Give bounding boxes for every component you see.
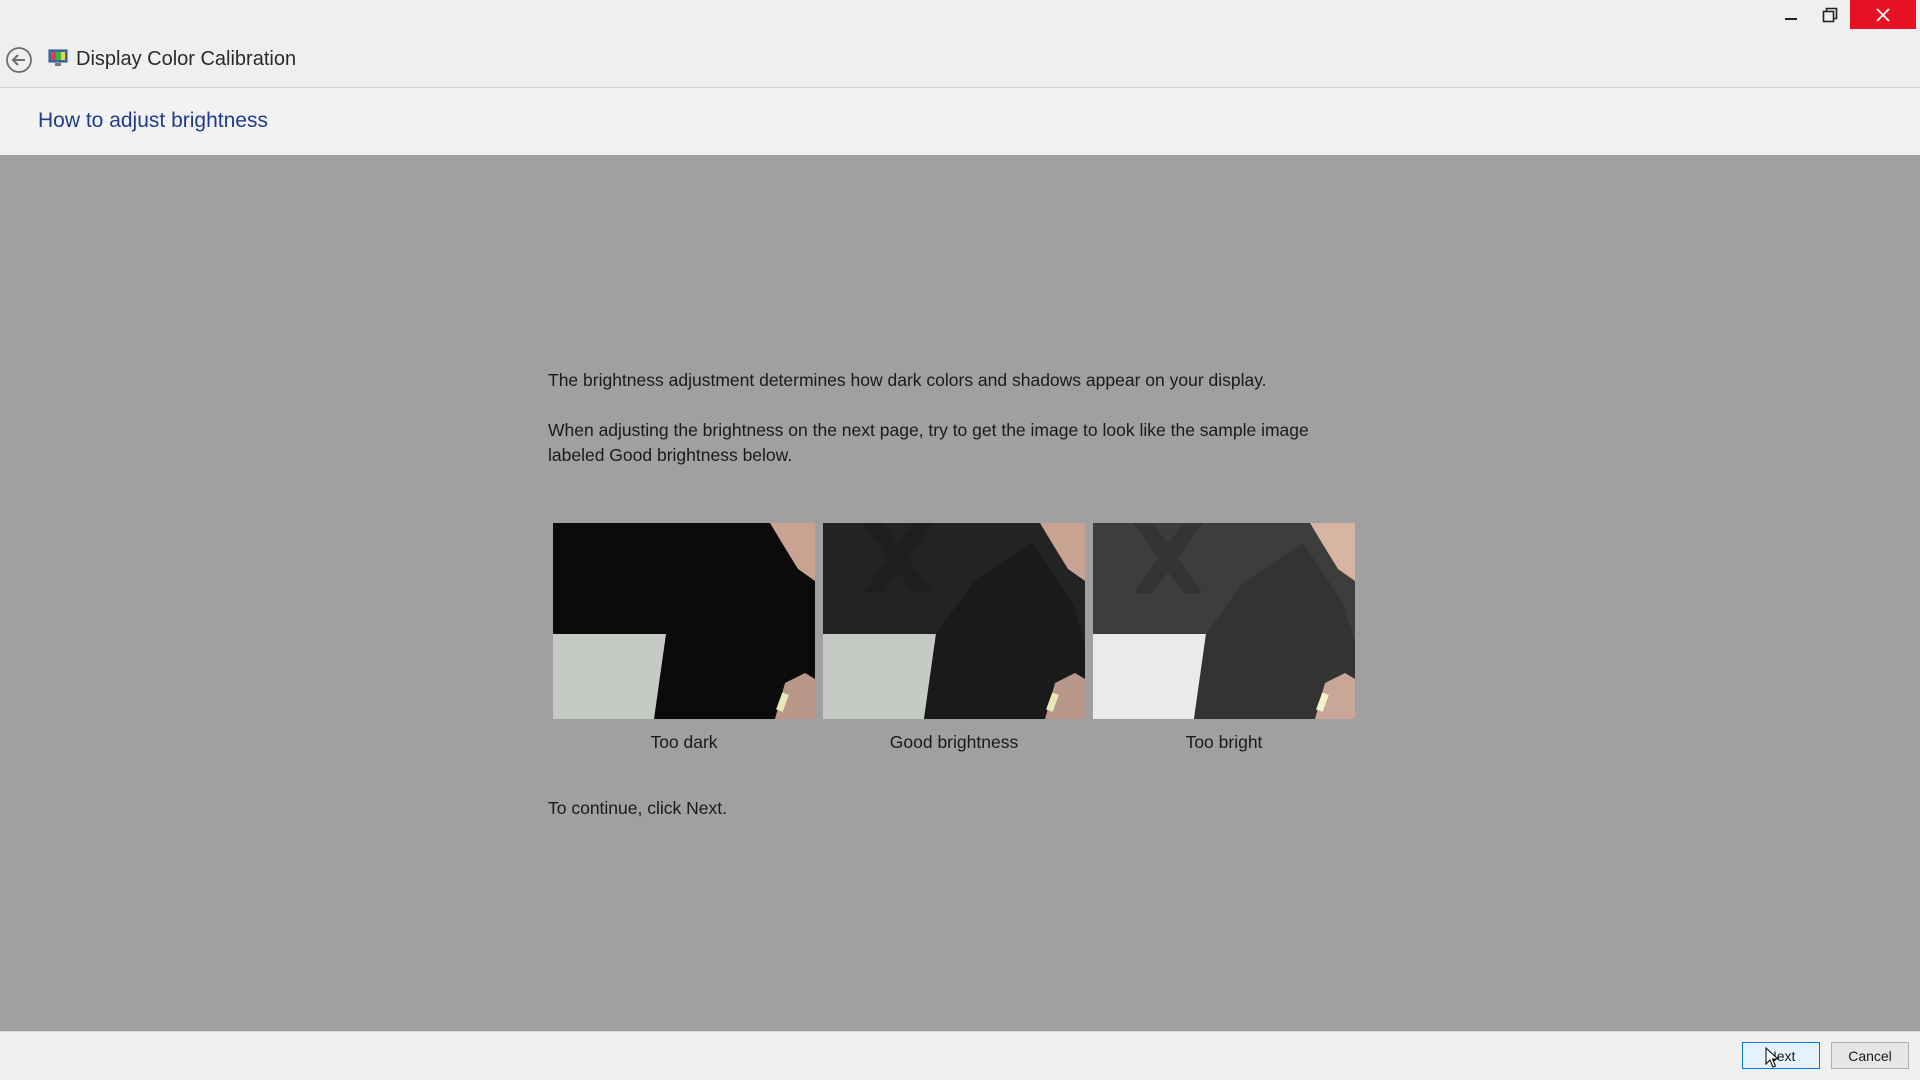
window-title: Display Color Calibration	[76, 48, 297, 70]
caption-too-dark: Too dark	[650, 732, 718, 752]
close-icon	[1876, 7, 1890, 22]
minimize-icon	[1785, 17, 1797, 20]
next-button[interactable]: Next	[1742, 1042, 1820, 1069]
button-bar: Next Cancel	[0, 1031, 1920, 1080]
page-title: How to adjust brightness	[38, 109, 268, 132]
continue-instruction: To continue, click Next.	[548, 798, 727, 818]
intro-paragraph: The brightness adjustment determines how…	[548, 370, 1267, 390]
sample-image-too-dark	[553, 523, 815, 719]
calibration-window: Display Color Calibration How to adjust …	[0, 0, 1920, 1080]
instruction-paragraph: When adjusting the brightness on the nex…	[548, 420, 1309, 465]
caption-good-brightness: Good brightness	[889, 732, 1019, 752]
sample-image-too-bright	[1093, 523, 1355, 719]
caption-too-bright: Too bright	[1185, 732, 1263, 752]
minimize-button[interactable]	[1770, 0, 1812, 29]
content-area: The brightness adjustment determines how…	[0, 155, 1920, 1031]
restore-button[interactable]	[1809, 0, 1851, 29]
sample-image-good-brightness	[823, 523, 1085, 719]
close-button[interactable]	[1850, 0, 1916, 29]
display-calibration-icon	[48, 49, 68, 66]
title-bar: Display Color Calibration	[0, 0, 1920, 88]
cancel-button[interactable]: Cancel	[1831, 1042, 1909, 1069]
restore-icon	[1822, 7, 1838, 22]
page-header: How to adjust brightness	[0, 88, 1920, 155]
mouse-cursor-icon	[1765, 1047, 1779, 1068]
back-button[interactable]	[5, 46, 33, 74]
